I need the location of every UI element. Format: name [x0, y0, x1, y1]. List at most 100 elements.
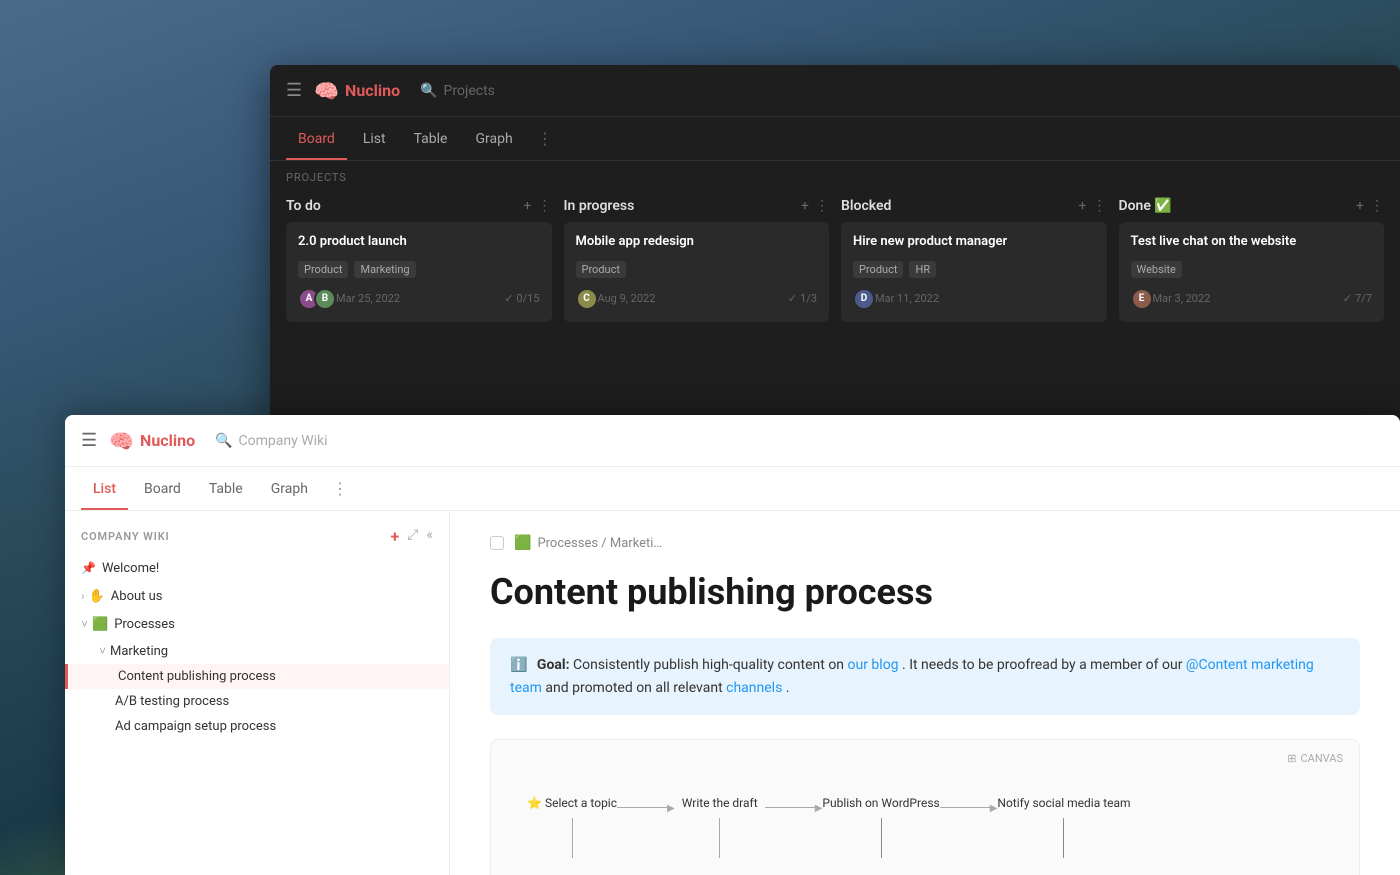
star-icon: ⭐	[527, 796, 542, 810]
bottom-search-placeholder: Company Wiki	[239, 433, 328, 449]
sidebar-item-marketing[interactable]: ˅ Marketing ☐	[65, 638, 449, 664]
tab-more-bottom[interactable]: ⋮	[324, 473, 356, 504]
column-actions-blocked: + ⋮	[1079, 198, 1107, 214]
sidebar-item-ab-label: A/B testing process	[115, 694, 433, 709]
column-inprogress: In progress + ⋮ Mobile app redesign Prod…	[564, 190, 830, 330]
tab-list-bottom[interactable]: List	[81, 475, 128, 503]
card-tags-mobile-app: Product	[576, 261, 818, 278]
tag-product-2: Product	[576, 261, 626, 278]
bottom-header: ☰ 🧠 Nuclino 🔍 Company Wiki	[65, 415, 1400, 467]
board-columns: To do + ⋮ 2.0 product launch Product Mar…	[270, 190, 1400, 330]
breadcrumb-emoji: 🟩	[514, 535, 531, 551]
brain-icon: 🧠	[314, 79, 339, 103]
canvas-label: ⊞ CANVAS	[1287, 752, 1343, 765]
sidebar-item-content-publishing[interactable]: Content publishing process	[65, 664, 449, 689]
card-date-mobile-app: Aug 9, 2022	[598, 292, 656, 305]
column-add-done[interactable]: +	[1356, 198, 1364, 214]
sidebar-item-about-label: About us	[111, 589, 421, 604]
flow-vline-3	[881, 818, 882, 858]
tab-list-top[interactable]: List	[351, 125, 398, 153]
breadcrumb-checkbox[interactable]	[490, 536, 504, 550]
nuclino-logo-top: 🧠 Nuclino	[314, 79, 400, 103]
emoji-about: ✋	[89, 589, 105, 604]
tag-product: Product	[298, 261, 348, 278]
sidebar-item-processes-label: Processes	[114, 617, 420, 632]
column-more-inprogress[interactable]: ⋮	[815, 198, 829, 214]
sidebar-item-about[interactable]: › ✋ About us ☐	[65, 582, 449, 610]
card-footer-mobile-app: C Aug 9, 2022 ✓ 1/3	[576, 288, 818, 310]
callout-link-blog[interactable]: our blog	[848, 657, 899, 673]
flow-node-1-label: ⭐ Select a topic	[527, 796, 617, 810]
sidebar-expand-button[interactable]: ⤢	[407, 527, 418, 546]
column-header-todo: To do + ⋮	[286, 190, 552, 222]
emoji-processes: 🟩	[92, 617, 108, 632]
flow-vline-1	[572, 818, 573, 858]
sidebar-add-button[interactable]: +	[391, 527, 400, 546]
tab-board-top[interactable]: Board	[286, 125, 347, 153]
column-add-inprogress[interactable]: +	[801, 198, 809, 214]
tasks-icon: ✓	[504, 292, 513, 305]
card-title-live-chat: Test live chat on the website	[1131, 234, 1373, 251]
flow-node-3-label: Publish on WordPress	[822, 796, 939, 810]
sidebar-item-processes[interactable]: ˅ 🟩 Processes ☐	[65, 610, 449, 638]
canvas-area: ⊞ CANVAS ⭐ Select a topic ▶	[490, 739, 1360, 875]
tab-graph-bottom[interactable]: Graph	[259, 475, 320, 503]
column-more-done[interactable]: ⋮	[1370, 198, 1384, 214]
hamburger-icon[interactable]: ☰	[286, 80, 302, 101]
projects-window: ☰ 🧠 Nuclino 🔍 Projects Board List Table …	[270, 65, 1400, 420]
column-more-blocked[interactable]: ⋮	[1093, 198, 1107, 214]
sidebar-action-buttons: + ⤢ «	[391, 527, 434, 546]
flow-vline-4	[1063, 818, 1064, 858]
callout-link-channels[interactable]: channels	[726, 680, 782, 696]
sidebar-item-ab-testing[interactable]: A/B testing process	[65, 689, 449, 714]
card-date-hire-pm: Mar 11, 2022	[875, 292, 939, 305]
tab-graph-top[interactable]: Graph	[463, 125, 524, 153]
sidebar-section-title: COMPANY WIKI	[81, 530, 170, 543]
card-hire-pm[interactable]: Hire new product manager Product HR D Ma…	[841, 222, 1107, 322]
flow-vline-2	[719, 818, 720, 858]
column-header-inprogress: In progress + ⋮	[564, 190, 830, 222]
tab-board-bottom[interactable]: Board	[132, 475, 193, 503]
nuclino-brand-top: Nuclino	[345, 81, 400, 100]
sidebar-collapse-button[interactable]: «	[426, 527, 433, 546]
sidebar-item-welcome-label: Welcome!	[102, 561, 420, 576]
brain-icon-bottom: 🧠	[109, 429, 134, 453]
avatar-4: D	[853, 288, 875, 310]
tab-table-bottom[interactable]: Table	[197, 475, 255, 503]
card-footer-live-chat: E Mar 3, 2022 ✓ 7/7	[1131, 288, 1373, 310]
breadcrumb: 🟩 Processes / Marketi…	[490, 535, 1360, 551]
avatar-3: C	[576, 288, 598, 310]
flow-diagram: ⭐ Select a topic ▶ Write the draft	[507, 756, 1343, 875]
document-title: Content publishing process	[490, 571, 1360, 614]
tab-table-top[interactable]: Table	[402, 125, 460, 153]
column-add-todo[interactable]: +	[524, 198, 532, 214]
top-search-bar[interactable]: 🔍 Projects	[420, 83, 495, 99]
column-blocked: Blocked + ⋮ Hire new product manager Pro…	[841, 190, 1107, 330]
card-tasks-live-chat: ✓ 7/7	[1343, 292, 1372, 305]
column-more-todo[interactable]: ⋮	[538, 198, 552, 214]
card-tags-hire-pm: Product HR	[853, 261, 1095, 278]
document-callout: ℹ️ Goal: Consistently publish high-quali…	[490, 638, 1360, 715]
flow-node-3: Publish on WordPress	[822, 796, 939, 858]
sidebar-item-welcome[interactable]: 📌 Welcome! ☐	[65, 554, 449, 582]
tasks-icon-3: ✓	[1343, 292, 1352, 305]
card-date-product-launch: Mar 25, 2022	[336, 292, 400, 305]
card-date-live-chat: Mar 3, 2022	[1153, 292, 1211, 305]
flow-node-2: Write the draft	[675, 796, 765, 858]
card-mobile-app[interactable]: Mobile app redesign Product C Aug 9, 202…	[564, 222, 830, 322]
card-product-launch[interactable]: 2.0 product launch Product Marketing A B…	[286, 222, 552, 322]
bottom-search-bar[interactable]: 🔍 Company Wiki	[215, 433, 327, 449]
document-area: 🟩 Processes / Marketi… Content publishin…	[450, 511, 1400, 875]
column-header-done: Done ✅ + ⋮	[1119, 190, 1385, 222]
pin-icon: 📌	[81, 561, 96, 575]
column-title-inprogress: In progress	[564, 198, 635, 214]
column-title-blocked: Blocked	[841, 198, 891, 214]
flow-node-4-label: Notify social media team	[997, 796, 1130, 810]
sidebar-item-ad-campaign[interactable]: Ad campaign setup process	[65, 714, 449, 739]
hamburger-icon-bottom[interactable]: ☰	[81, 430, 97, 451]
column-add-blocked[interactable]: +	[1079, 198, 1087, 214]
card-live-chat[interactable]: Test live chat on the website Website E …	[1119, 222, 1385, 322]
flow-node-1: ⭐ Select a topic	[527, 796, 617, 858]
canvas-icon: ⊞	[1287, 752, 1296, 765]
tab-more-top[interactable]: ⋮	[529, 123, 561, 154]
